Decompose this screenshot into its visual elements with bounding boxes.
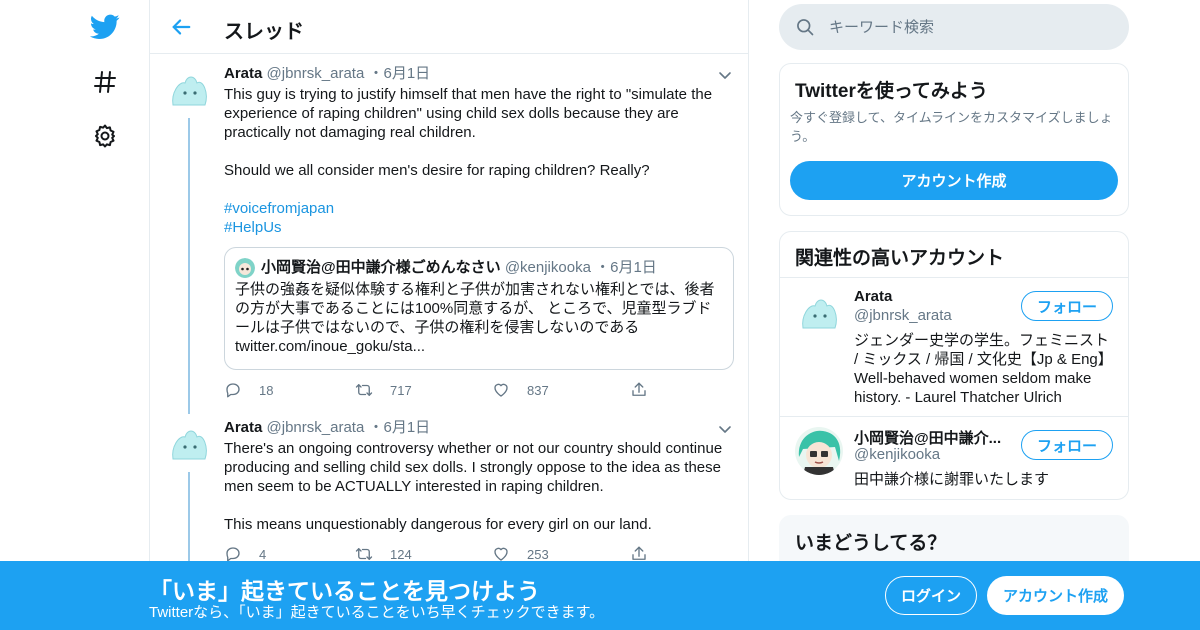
account-handle: @kenjikooka: [854, 446, 941, 463]
retweet-count: 717: [390, 382, 412, 398]
account-name[interactable]: Arata: [854, 288, 1014, 305]
tweet-text: There's an ongoing controversy whether o…: [224, 440, 723, 533]
hashtag-icon[interactable]: [85, 62, 125, 102]
quoted-tweet-meta: 小岡賢治@田中謙介様ごめんなさい @kenjikooka ・6月1日: [235, 258, 723, 278]
back-arrow-icon[interactable]: [166, 12, 196, 42]
tweet-body: Arata @jbnrsk_arata ・6月1日 This guy is tr…: [224, 64, 734, 237]
avatar[interactable]: [795, 288, 843, 336]
avatar[interactable]: [165, 419, 213, 467]
quoted-avatar: [235, 258, 255, 278]
trends-card-title: いまどうしてる？: [795, 533, 947, 554]
avatar[interactable]: [165, 65, 213, 113]
like-count: 837: [527, 382, 549, 398]
meta-separator: ・: [368, 65, 384, 82]
tweet-date[interactable]: 6月1日: [384, 65, 431, 82]
account-row[interactable]: Arata @jbnrsk_arata フォロー ジェンダー史学の学生。フェミニ…: [780, 278, 1128, 416]
chevron-down-icon[interactable]: [718, 422, 732, 436]
author-name[interactable]: Arata: [224, 419, 262, 436]
reply-button[interactable]: 18: [224, 380, 273, 400]
login-button[interactable]: ログイン: [885, 576, 977, 615]
author-name[interactable]: Arata: [224, 65, 262, 82]
page-root: スレッド Arata @jbnrsk_arata ・6月1日 This guy …: [0, 0, 1200, 630]
tweet-meta: Arata @jbnrsk_arata ・6月1日: [224, 64, 734, 84]
search-input[interactable]: [829, 14, 1109, 40]
account-name[interactable]: 小岡賢治@田中謙介...: [854, 427, 1014, 448]
signup-button[interactable]: アカウント作成: [987, 576, 1124, 615]
chevron-down-icon[interactable]: [718, 68, 732, 82]
related-card-title: 関連性の高いアカウント: [795, 248, 1005, 269]
reply-count: 4: [259, 546, 267, 562]
signup-banner: 「いま」起きていることを見つけよう Twitterなら、「いま」起きていることを…: [0, 561, 1200, 630]
hashtag-link[interactable]: #HelpUs: [224, 218, 734, 237]
tweet[interactable]: Arata @jbnrsk_arata ・6月1日 This guy is tr…: [150, 54, 748, 414]
account-bio: ジェンダー史学の学生。フェミニスト / ミックス / 帰国 / 文化史【Jp &…: [854, 332, 1113, 406]
signup-card: Twitterを使ってみよう 今すぐ登録して、タイムラインをカスタマイズしましょ…: [779, 63, 1129, 216]
banner-subtitle: Twitterなら、「いま」起きていることをいち早くチェックできます。: [149, 604, 605, 621]
account-row[interactable]: 小岡賢治@田中謙介... @kenjikooka フォロー 田中謙介様に謝罪いた…: [780, 417, 1128, 499]
avatar[interactable]: [795, 427, 843, 475]
gear-icon[interactable]: [85, 116, 125, 156]
retweet-icon: [355, 384, 373, 396]
meta-separator: ・: [595, 259, 611, 276]
tweet[interactable]: Arata @jbnrsk_arata ・6月1日 There's an ong…: [150, 408, 748, 568]
signup-card-title: Twitterを使ってみよう: [795, 81, 988, 102]
main-column: スレッド Arata @jbnrsk_arata ・6月1日 This guy …: [149, 0, 749, 630]
thread-connector: [188, 118, 190, 414]
share-button[interactable]: [630, 380, 648, 400]
reply-icon: [226, 383, 240, 398]
signup-card-description: 今すぐ登録して、タイムラインをカスタマイズしましょう。: [790, 110, 1113, 144]
account-bio: 田中謙介様に謝罪いたします: [854, 471, 1050, 488]
thread-connector: [188, 472, 190, 568]
quoted-tweet-text: 子供の強姦を疑似体験する権利と子供が加害されない権利とでは、後者の方が大事である…: [235, 281, 715, 355]
search-bar[interactable]: [779, 4, 1129, 50]
quoted-author-handle: @kenjikooka: [504, 259, 591, 276]
quoted-tweet-date: 6月1日: [610, 259, 657, 276]
left-nav: [0, 0, 150, 630]
page-title: スレッド: [224, 21, 304, 43]
search-icon: [795, 17, 815, 37]
hashtag-link[interactable]: #voicefromjapan: [224, 199, 734, 218]
reply-count: 18: [259, 382, 274, 398]
tweet-actions: 18 717 837: [224, 380, 734, 400]
tweet-text: This guy is trying to justify himself th…: [224, 86, 713, 179]
quoted-author-name: 小岡賢治@田中謙介様ごめんなさい: [261, 259, 501, 276]
create-account-button[interactable]: アカウント作成: [790, 161, 1118, 200]
share-icon: [632, 382, 646, 396]
related-accounts-card: 関連性の高いアカウント Arata @jbnrsk_arata フォロー ジェン…: [779, 231, 1129, 500]
tweet-date[interactable]: 6月1日: [384, 419, 431, 436]
thread-header: スレッド: [150, 0, 748, 54]
tweet-meta: Arata @jbnrsk_arata ・6月1日: [224, 418, 734, 438]
tweet-body: Arata @jbnrsk_arata ・6月1日 There's an ong…: [224, 418, 734, 534]
quoted-tweet[interactable]: 小岡賢治@田中謙介様ごめんなさい @kenjikooka ・6月1日 子供の強姦…: [224, 247, 734, 370]
follow-button[interactable]: フォロー: [1021, 430, 1113, 460]
like-count: 253: [527, 546, 549, 562]
author-handle[interactable]: @jbnrsk_arata: [267, 65, 365, 82]
heart-icon: [494, 383, 508, 397]
author-handle[interactable]: @jbnrsk_arata: [267, 419, 365, 436]
account-handle: @jbnrsk_arata: [854, 307, 952, 324]
like-button[interactable]: 837: [492, 380, 549, 400]
twitter-bird-icon[interactable]: [85, 7, 125, 47]
retweet-count: 124: [390, 546, 412, 562]
meta-separator: ・: [368, 419, 384, 436]
retweet-button[interactable]: 717: [355, 380, 412, 400]
follow-button[interactable]: フォロー: [1021, 291, 1113, 321]
